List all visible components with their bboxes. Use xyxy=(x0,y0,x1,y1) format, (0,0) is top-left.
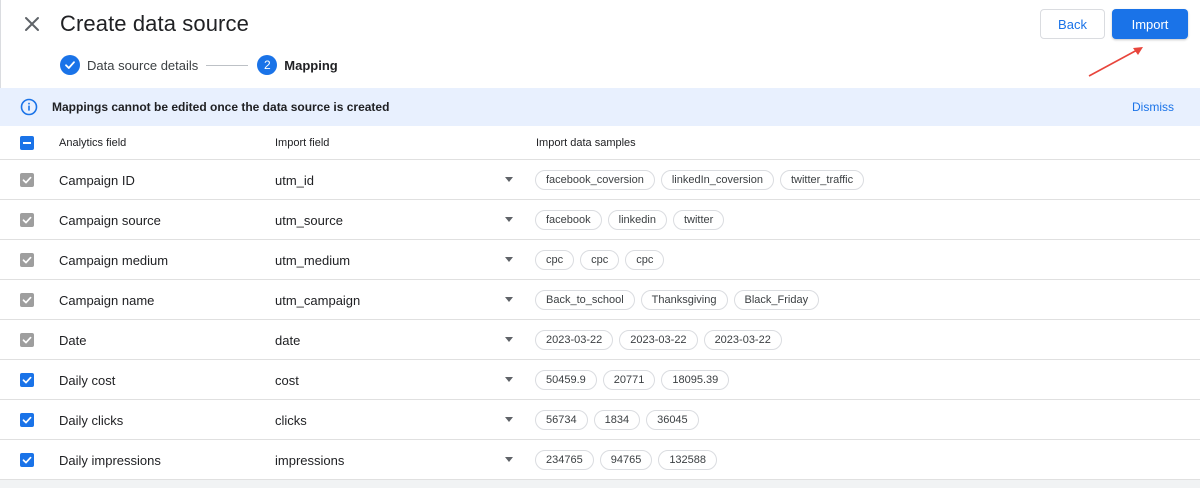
sample-chip: 20771 xyxy=(602,370,656,390)
sample-chip: cpc xyxy=(580,250,620,270)
table-row: Campaign medium utm_medium cpc cpc cpc xyxy=(0,240,1200,280)
sample-chips: 56734 1834 36045 xyxy=(535,410,699,430)
footer-strip xyxy=(0,479,1200,488)
sample-chip: 36045 xyxy=(646,410,699,430)
import-field-select[interactable]: utm_medium xyxy=(275,253,350,268)
sample-chip: Back_to_school xyxy=(535,290,635,310)
sample-chip: cpc xyxy=(535,250,575,270)
import-field-select[interactable]: date xyxy=(275,333,300,348)
sample-chip: linkedIn_coversion xyxy=(660,170,774,190)
sample-chip: 94765 xyxy=(599,450,653,470)
sample-chip: 234765 xyxy=(535,450,594,470)
sample-chips: 50459.9 20771 18095.39 xyxy=(535,370,730,390)
annotation-arrow-icon xyxy=(1088,47,1143,77)
banner-message: Mappings cannot be edited once the data … xyxy=(52,100,390,114)
dropdown-arrow-icon[interactable] xyxy=(505,257,513,262)
row-checkbox-check-icon xyxy=(20,213,34,227)
sample-chip: 50459.9 xyxy=(535,370,597,390)
column-header-analytics-field: Analytics field xyxy=(59,137,127,149)
sample-chip: 56734 xyxy=(535,410,588,430)
sample-chips: cpc cpc cpc xyxy=(535,250,665,270)
step-label-data-source-details[interactable]: Data source details xyxy=(87,58,198,73)
dropdown-arrow-icon[interactable] xyxy=(505,457,513,462)
table-row: Campaign ID utm_id facebook_coversion linke… xyxy=(0,160,1200,200)
analytics-field-label: Campaign source xyxy=(59,213,161,228)
table-row: Campaign source utm_source facebook linkedi… xyxy=(0,200,1200,240)
dropdown-arrow-icon[interactable] xyxy=(505,377,513,382)
dropdown-arrow-icon[interactable] xyxy=(505,297,513,302)
row-checkbox-check-icon xyxy=(20,253,34,267)
table-row: Daily clicks clicks 56734 1834 36045 xyxy=(0,400,1200,440)
dropdown-arrow-icon[interactable] xyxy=(505,177,513,182)
column-header-samples: Import data samples xyxy=(536,137,636,149)
step-number-badge: 2 xyxy=(257,55,278,75)
sample-chips: Back_to_school Thanksgiving Black_Friday xyxy=(535,290,820,310)
sample-chip: twitter xyxy=(672,210,725,230)
dropdown-arrow-icon[interactable] xyxy=(505,337,513,342)
import-field-select[interactable]: clicks xyxy=(275,413,307,428)
import-field-select[interactable]: utm_id xyxy=(275,173,314,188)
sample-chip: Black_Friday xyxy=(733,290,820,310)
import-field-select[interactable]: impressions xyxy=(275,453,344,468)
row-checkbox-check-icon xyxy=(20,333,34,347)
row-checkbox-check-icon[interactable] xyxy=(20,413,34,427)
step-connector xyxy=(206,64,249,66)
import-button[interactable]: Import xyxy=(1112,9,1188,39)
analytics-field-label: Date xyxy=(59,333,87,348)
sample-chip: 132588 xyxy=(658,450,718,470)
row-checkbox-check-icon xyxy=(20,293,34,307)
sample-chip: 2023-03-22 xyxy=(703,330,782,350)
sample-chip: 2023-03-22 xyxy=(535,330,614,350)
sample-chips: 2023-03-22 2023-03-22 2023-03-22 xyxy=(535,330,782,350)
table-row: Daily cost cost 50459.9 20771 18095.39 xyxy=(0,360,1200,400)
analytics-field-label: Daily clicks xyxy=(59,413,124,428)
info-icon xyxy=(20,98,38,116)
import-field-select[interactable]: utm_campaign xyxy=(275,293,360,308)
row-checkbox-check-icon xyxy=(20,173,34,187)
dismiss-link[interactable]: Dismiss xyxy=(1132,100,1174,114)
stepper: Data source details 2 Mapping xyxy=(60,54,338,76)
table-header: Analytics field Import field Import data… xyxy=(0,126,1200,160)
info-banner: Mappings cannot be edited once the data … xyxy=(0,88,1200,126)
sample-chip: 2023-03-22 xyxy=(619,330,698,350)
select-all-checkbox[interactable] xyxy=(20,136,34,150)
analytics-field-label: Daily impressions xyxy=(59,453,161,468)
sample-chip: facebook_coversion xyxy=(535,170,655,190)
sample-chip: linkedin xyxy=(607,210,667,230)
close-icon[interactable] xyxy=(21,13,43,35)
sample-chip: facebook xyxy=(535,210,602,230)
table-row: Daily impressions impressions 234765 94765 1… xyxy=(0,440,1200,480)
import-field-select[interactable]: cost xyxy=(275,373,299,388)
sample-chip: twitter_traffic xyxy=(779,170,865,190)
sample-chip: 1834 xyxy=(593,410,641,430)
table-row: Campaign name utm_campaign Back_to_school T… xyxy=(0,280,1200,320)
sample-chip: 18095.39 xyxy=(661,370,730,390)
dialog-header: Create data source Data source details 2… xyxy=(0,0,1200,88)
sample-chip: Thanksgiving xyxy=(640,290,728,310)
back-button[interactable]: Back xyxy=(1040,9,1105,39)
analytics-field-label: Campaign medium xyxy=(59,253,169,268)
dropdown-arrow-icon[interactable] xyxy=(505,217,513,222)
analytics-field-label: Campaign name xyxy=(59,293,155,308)
import-field-select[interactable]: utm_source xyxy=(275,213,343,228)
dropdown-arrow-icon[interactable] xyxy=(505,417,513,422)
page-title: Create data source xyxy=(60,11,249,36)
analytics-field-label: Daily cost xyxy=(59,373,116,388)
step-completed-check-icon xyxy=(60,55,80,75)
table-row: Date date 2023-03-22 2023-03-22 2023-03-22 xyxy=(0,320,1200,360)
analytics-field-label: Campaign ID xyxy=(59,173,135,188)
row-checkbox-check-icon[interactable] xyxy=(20,453,34,467)
sample-chips: facebook_coversion linkedIn_coversion twit… xyxy=(535,170,865,190)
sample-chip: cpc xyxy=(625,250,665,270)
sample-chips: facebook linkedin twitter xyxy=(535,210,725,230)
row-checkbox-check-icon[interactable] xyxy=(20,373,34,387)
mapping-table: Analytics field Import field Import data… xyxy=(0,126,1200,480)
sample-chips: 234765 94765 132588 xyxy=(535,450,718,470)
column-header-import-field: Import field xyxy=(275,137,330,149)
step-label-mapping[interactable]: Mapping xyxy=(284,58,337,73)
